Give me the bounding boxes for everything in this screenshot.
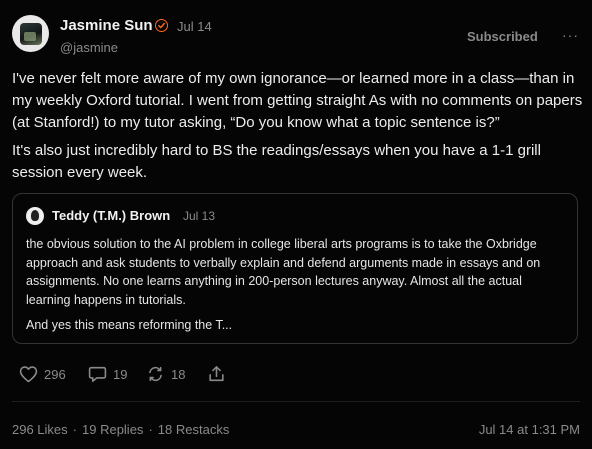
quoted-post-date: Jul 13 — [183, 209, 216, 223]
post-date[interactable]: Jul 14 — [177, 19, 212, 34]
comment-icon — [88, 366, 107, 382]
verified-check-icon — [155, 19, 168, 32]
separator: · — [72, 422, 77, 437]
restack-count: 18 — [171, 367, 186, 382]
reply-count: 19 — [113, 367, 128, 382]
share-icon — [209, 366, 224, 382]
author-handle[interactable]: @jasmine — [60, 40, 118, 55]
author-name[interactable]: Jasmine Sun — [60, 17, 153, 34]
post-paragraph-1: I've never felt more aware of my own ign… — [12, 70, 583, 131]
likes-link[interactable]: 296 Likes — [12, 422, 68, 437]
post-paragraph-2: It's also just incredibly hard to BS the… — [12, 142, 541, 181]
separator: · — [148, 422, 153, 437]
post-timestamp: Jul 14 at 1:31 PM — [478, 422, 580, 437]
quoted-paragraph-1: the obvious solution to the AI problem i… — [26, 237, 541, 307]
replies-link[interactable]: 19 Replies — [82, 422, 143, 437]
quoted-post-card[interactable]: Teddy (T.M.) Brown Jul 13 the obvious so… — [12, 193, 578, 344]
quoted-author-name[interactable]: Teddy (T.M.) Brown — [52, 208, 170, 223]
divider — [12, 401, 580, 402]
author-avatar[interactable] — [12, 15, 49, 52]
heart-icon — [19, 366, 38, 383]
restacks-link[interactable]: 18 Restacks — [158, 422, 230, 437]
subscribed-button[interactable]: Subscribed — [467, 29, 538, 44]
quoted-paragraph-2: And yes this means reforming the T... — [26, 318, 233, 332]
engagement-summary: 296 Likes · 19 Replies · 18 Restacks — [12, 422, 229, 437]
quoted-author-avatar[interactable] — [26, 207, 44, 225]
more-icon[interactable]: ··· — [562, 27, 579, 43]
like-count: 296 — [44, 367, 66, 382]
restack-icon — [149, 366, 162, 382]
